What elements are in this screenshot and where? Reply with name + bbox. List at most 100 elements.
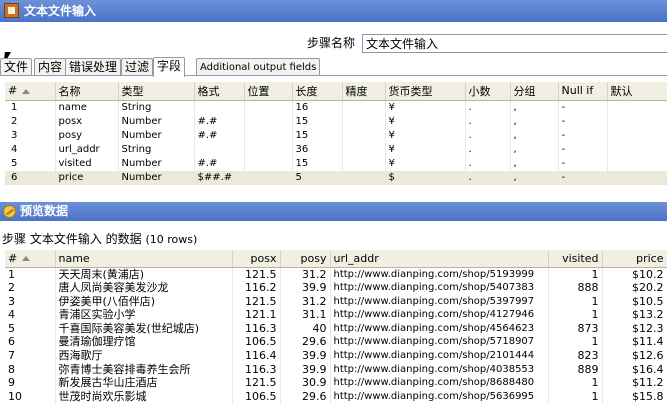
field-type[interactable]: Number — [118, 156, 195, 171]
field-decimal[interactable]: . — [465, 128, 511, 143]
fields-col-default[interactable]: 默认 — [607, 82, 667, 101]
field-position[interactable] — [244, 100, 293, 115]
field-length[interactable]: 15 — [292, 156, 343, 171]
field-precision[interactable] — [342, 156, 386, 171]
fields-col-group[interactable]: 分组 — [510, 82, 559, 101]
field-nullif[interactable]: - — [558, 100, 608, 115]
field-name[interactable]: posy — [55, 128, 119, 143]
preview-row[interactable]: 3 伊姿美甲(八佰伴店) 121.5 31.2 http://www.dianp… — [5, 294, 667, 309]
field-decimal[interactable]: . — [465, 156, 511, 171]
field-type[interactable]: String — [118, 100, 195, 115]
field-precision[interactable] — [342, 114, 386, 129]
field-name[interactable]: posx — [55, 114, 119, 129]
field-default[interactable] — [607, 114, 667, 129]
fields-row-selected[interactable]: 6 price Number $##.# 5 $ . , - — [5, 170, 667, 185]
field-nullif[interactable]: - — [558, 128, 608, 143]
preview-row[interactable]: 6 曼清瑜伽理疗馆 106.5 29.6 http://www.dianping… — [5, 335, 667, 350]
fields-row[interactable]: 3 posy Number #.# 15 ¥ . , - — [5, 128, 667, 143]
field-type[interactable]: Number — [118, 128, 195, 143]
tab-additional-output-fields[interactable]: Additional output fields — [196, 58, 321, 76]
preview-row[interactable]: 2 唐人凤尚美容美发沙龙 116.2 39.9 http://www.dianp… — [5, 281, 667, 295]
fields-col-precision[interactable]: 精度 — [342, 82, 386, 101]
field-nullif[interactable]: - — [558, 170, 608, 185]
field-nullif[interactable]: - — [558, 114, 608, 129]
tab-fields[interactable]: 字段 — [153, 57, 186, 77]
field-currency[interactable]: $ — [385, 170, 466, 185]
fields-row[interactable]: 2 posx Number #.# 15 ¥ . , - — [5, 114, 667, 129]
tab-filter[interactable]: 过滤 — [121, 58, 154, 76]
field-name[interactable]: url_addr — [55, 142, 119, 157]
field-decimal[interactable]: . — [465, 170, 511, 185]
field-precision[interactable] — [342, 128, 386, 143]
field-format[interactable] — [194, 100, 245, 115]
preview-col-posy[interactable]: posy — [280, 250, 331, 268]
field-type[interactable]: String — [118, 142, 195, 157]
fields-col-currency[interactable]: 货币类型 — [385, 82, 466, 101]
fields-row[interactable]: 5 visited Number #.# 15 ¥ . , - — [5, 156, 667, 171]
field-format[interactable] — [194, 142, 245, 157]
field-group[interactable]: , — [510, 142, 559, 157]
field-default[interactable] — [607, 100, 667, 115]
field-default[interactable] — [607, 142, 667, 157]
preview-col-price[interactable]: price — [602, 250, 667, 268]
field-group[interactable]: , — [510, 114, 559, 129]
preview-col-name[interactable]: name — [55, 250, 233, 268]
preview-row[interactable]: 4 青浦区实验小学 121.1 31.1 http://www.dianping… — [5, 308, 667, 322]
fields-col-nullif[interactable]: Null if — [558, 82, 608, 101]
field-name[interactable]: price — [55, 170, 119, 185]
fields-col-type[interactable]: 类型 — [118, 82, 195, 101]
preview-row[interactable]: 9 新发展古华山庄酒店 121.5 30.9 http://www.dianpi… — [5, 376, 667, 390]
fields-col-name[interactable]: 名称 — [55, 82, 119, 101]
fields-col-format[interactable]: 格式 — [194, 82, 245, 101]
field-format[interactable]: $##.# — [194, 170, 245, 185]
field-currency[interactable]: ¥ — [385, 142, 466, 157]
preview-row[interactable]: 1 天天周末(黄浦店) 121.5 31.2 http://www.dianpi… — [5, 267, 667, 282]
field-currency[interactable]: ¥ — [385, 128, 466, 143]
field-default[interactable] — [607, 156, 667, 171]
field-group[interactable]: , — [510, 170, 559, 185]
field-position[interactable] — [244, 142, 293, 157]
preview-col-url[interactable]: url_addr — [330, 250, 549, 268]
field-length[interactable]: 15 — [292, 128, 343, 143]
field-length[interactable]: 16 — [292, 100, 343, 115]
tab-file[interactable]: 文件 — [0, 58, 33, 76]
field-decimal[interactable]: . — [465, 100, 511, 115]
field-format[interactable]: #.# — [194, 114, 245, 129]
field-currency[interactable]: ¥ — [385, 114, 466, 129]
field-position[interactable] — [244, 170, 293, 185]
field-decimal[interactable]: . — [465, 114, 511, 129]
field-precision[interactable] — [342, 170, 386, 185]
preview-row[interactable]: 7 西海歌厅 116.4 39.9 http://www.dianping.co… — [5, 349, 667, 363]
field-default[interactable] — [607, 170, 667, 185]
field-default[interactable] — [607, 128, 667, 143]
field-nullif[interactable]: - — [558, 156, 608, 171]
field-position[interactable] — [244, 156, 293, 171]
step-name-input[interactable] — [362, 34, 667, 53]
fields-col-position[interactable]: 位置 — [244, 82, 293, 101]
fields-row[interactable]: 4 url_addr String 36 ¥ . , - — [5, 142, 667, 157]
field-name[interactable]: visited — [55, 156, 119, 171]
field-precision[interactable] — [342, 100, 386, 115]
preview-row[interactable]: 10 世茂时尚欢乐影城 106.5 29.6 http://www.dianpi… — [5, 389, 667, 404]
tab-content[interactable]: 内容 — [34, 58, 67, 76]
preview-row[interactable]: 5 千喜国际美容美发(世纪城店) 116.3 40 http://www.dia… — [5, 321, 667, 336]
field-group[interactable]: , — [510, 156, 559, 171]
field-precision[interactable] — [342, 142, 386, 157]
fields-col-length[interactable]: 长度 — [292, 82, 343, 101]
field-length[interactable]: 36 — [292, 142, 343, 157]
field-format[interactable]: #.# — [194, 128, 245, 143]
field-currency[interactable]: ¥ — [385, 156, 466, 171]
field-length[interactable]: 15 — [292, 114, 343, 129]
preview-col-visited[interactable]: visited — [548, 250, 603, 268]
fields-col-index[interactable]: # — [5, 82, 56, 101]
field-position[interactable] — [244, 128, 293, 143]
fields-col-decimal[interactable]: 小数 — [465, 82, 511, 101]
field-currency[interactable]: ¥ — [385, 100, 466, 115]
field-type[interactable]: Number — [118, 170, 195, 185]
field-position[interactable] — [244, 114, 293, 129]
preview-row[interactable]: 8 弥青博士美容排毒养生会所 116.3 39.9 http://www.dia… — [5, 362, 667, 377]
field-decimal[interactable]: . — [465, 142, 511, 157]
preview-col-posx[interactable]: posx — [232, 250, 281, 268]
fields-row[interactable]: 1 name String 16 ¥ . , - — [5, 100, 667, 115]
preview-col-index[interactable]: # — [5, 250, 56, 268]
